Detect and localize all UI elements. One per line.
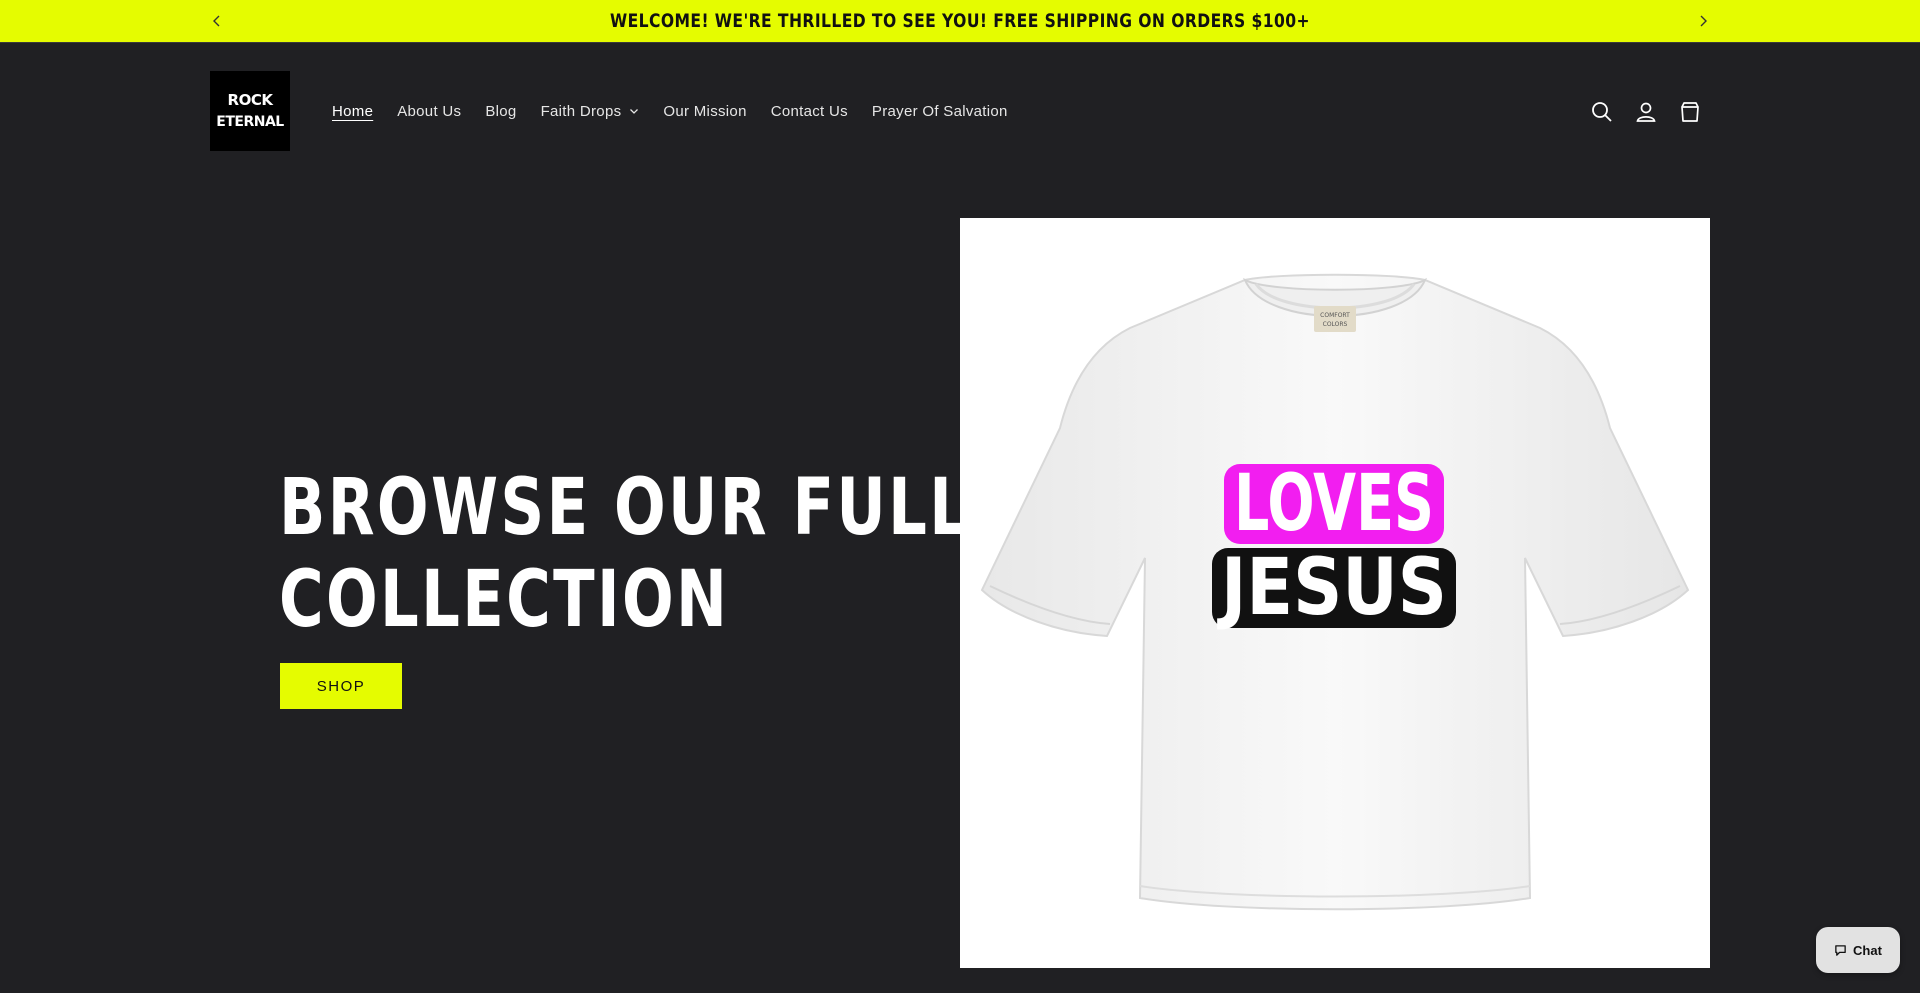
chat-label: Chat [1853,942,1882,958]
shirt-graphic-line-1: LOVES [1234,459,1434,549]
search-icon [1592,102,1612,122]
chat-bubble-icon [1835,944,1846,956]
nav-label: Prayer Of Salvation [871,102,1008,120]
nav-label: Faith Drops [540,102,622,120]
nav-item-prayer-of-salvation[interactable]: Prayer Of Salvation [860,103,1020,120]
chevron-down-icon [630,109,639,114]
chat-button[interactable]: Chat [1816,927,1900,973]
logo-line-2: ETERNAL [216,114,284,130]
announcement-next-button[interactable] [1693,11,1713,31]
shop-button[interactable]: SHOP [280,663,402,709]
chevron-right-icon [1700,15,1707,27]
site-logo[interactable]: ROCK ETERNAL [210,71,290,151]
account-icon [1636,102,1656,122]
header-icons [1588,98,1720,126]
cart-button[interactable] [1676,98,1704,126]
nav-item-about-us[interactable]: About Us [385,103,473,120]
tshirt-image: COMFORT COLORS LOVES JESUS [980,273,1690,911]
nav-item-faith-drops[interactable]: Faith Drops [529,103,652,120]
shirt-tag-line-1: COMFORT [1320,312,1350,319]
nav-label: Home [332,102,374,120]
search-button[interactable] [1588,98,1616,126]
nav-label: Our Mission [663,102,747,120]
hero-title-line-2: COLLECTION [279,555,730,645]
hero-title: BROWSE OUR FULL COLLECTION [279,462,971,646]
nav-item-contact-us[interactable]: Contact Us [759,103,860,120]
site-header: ROCK ETERNAL Home About Us Blog Faith Dr… [0,43,1920,161]
cart-icon [1681,102,1699,122]
account-button[interactable] [1632,98,1660,126]
hero-product-image: COMFORT COLORS LOVES JESUS [960,218,1710,968]
nav-item-our-mission[interactable]: Our Mission [651,103,758,120]
main-nav: Home About Us Blog Faith Drops Our Missi… [320,99,1020,123]
shirt-tag-line-2: COLORS [1323,321,1348,328]
nav-label: Blog [485,102,517,120]
nav-item-blog[interactable]: Blog [473,103,528,120]
nav-label: About Us [397,102,462,120]
nav-label: Contact Us [770,102,848,120]
announcement-text: WELCOME! WE'RE THRILLED TO SEE YOU! FREE… [610,10,1310,32]
hero-title-line-1: BROWSE OUR FULL [279,463,971,553]
shirt-graphic-line-2: JESUS [1217,543,1447,633]
nav-item-home[interactable]: Home [320,103,385,120]
logo-line-1: ROCK [227,91,273,109]
announcement-bar: WELCOME! WE'RE THRILLED TO SEE YOU! FREE… [0,0,1920,43]
